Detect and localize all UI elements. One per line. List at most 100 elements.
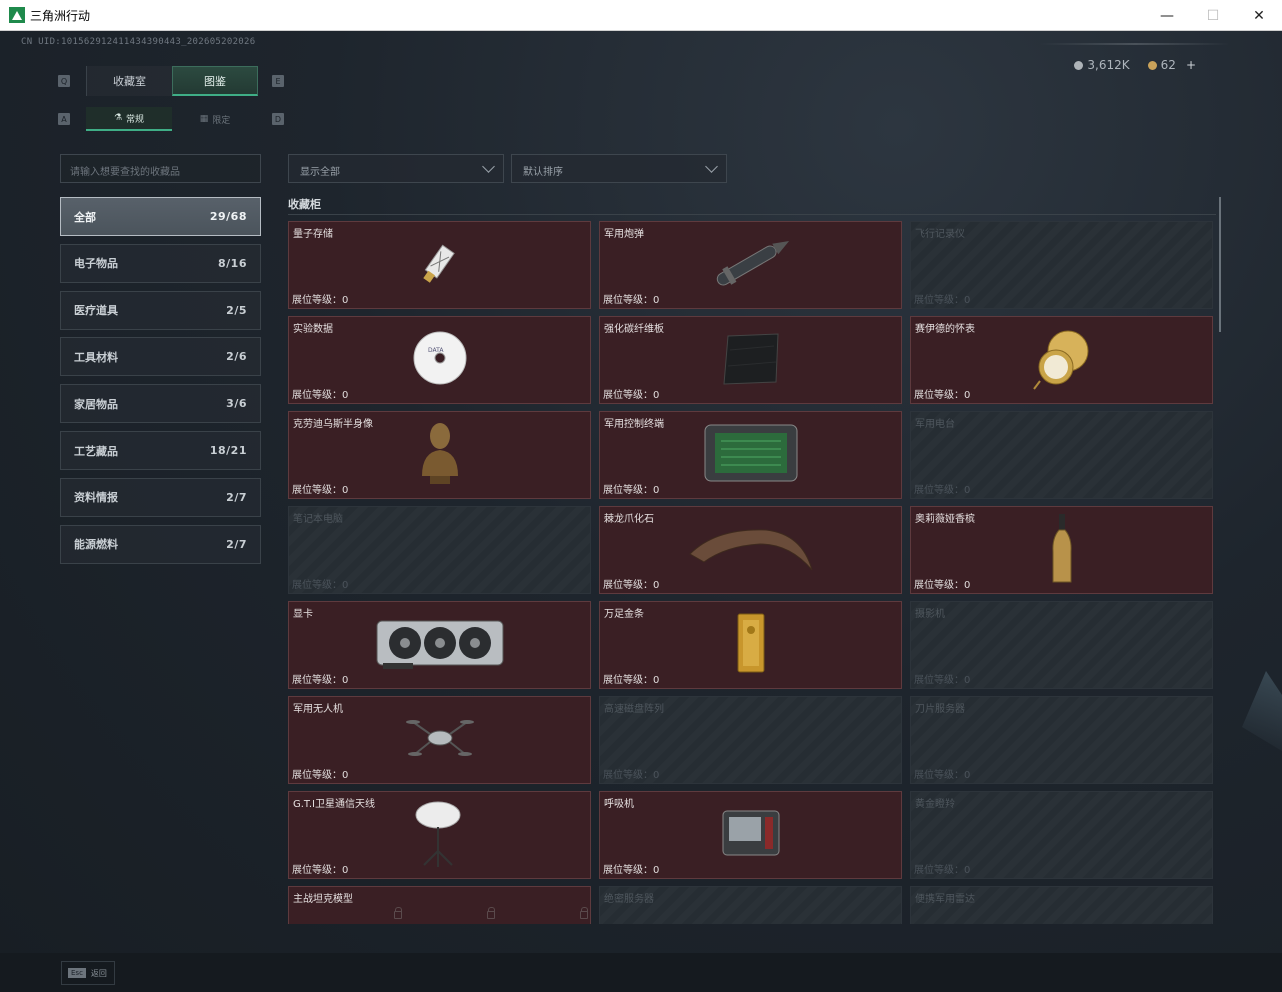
card-name: 实验数据 [293,324,333,335]
category-count: 2/7 [226,537,247,551]
card-level: 展位等级：0 [603,580,660,591]
chevron-down-icon [482,160,495,173]
card-level: 展位等级：0 [292,295,349,306]
subtab-limited[interactable]: ▦ 限定 [172,107,258,131]
category-label: 工艺藏品 [74,444,118,458]
collection-card[interactable]: 克劳迪乌斯半身像 展位等级：0 [288,411,591,499]
card-level: 展位等级：0 [292,390,349,401]
gold-currency: 62 + [1147,58,1196,72]
window-titlebar: 三角洲行动 — ☐ ✕ [0,0,1282,31]
collection-card[interactable]: 绝密服务器展位等级：0 [599,886,902,924]
collection-card[interactable]: 赛伊德的怀表 展位等级：0 [910,316,1213,404]
ventilator-item-icon [719,805,783,865]
card-name: G.T.I卫星通信天线 [293,799,375,810]
category-item[interactable]: 工艺藏品 18/21 [60,431,261,470]
next-tab-key-hint: E [272,75,284,87]
category-label: 全部 [74,210,96,224]
card-level: 展位等级：0 [603,295,660,306]
card-level: 展位等级：0 [914,390,971,401]
collection-search-input[interactable]: 请输入想要查找的收藏品 [60,154,261,183]
card-level: 展位等级：0 [914,580,971,591]
card-level: 展位等级：0 [292,580,349,591]
plate-item-icon [720,330,782,390]
card-name: 便携军用雷达 [915,894,975,905]
card-name: 强化碳纤维板 [604,324,664,335]
card-level: 展位等级：0 [292,865,349,876]
maximize-icon[interactable]: ☐ [1190,0,1236,31]
category-count: 29/68 [209,210,247,223]
close-icon[interactable]: ✕ [1236,0,1282,31]
collection-card[interactable]: 奥莉薇娅香槟 展位等级：0 [910,506,1213,594]
category-label: 电子物品 [74,257,118,271]
collection-card[interactable]: G.T.I卫星通信天线 展位等级：0 [288,791,591,879]
card-level: 展位等级：0 [914,770,971,781]
category-item[interactable]: 家居物品 3/6 [60,384,261,424]
collection-card[interactable]: 主战坦克模型 [288,886,591,924]
collection-card[interactable]: 军用炮弹展位等级：0 [599,221,902,309]
sort-dropdown-value: 默认排序 [523,167,563,178]
limited-icon: ▦ [199,114,209,124]
category-label: 资料情报 [74,491,118,505]
collection-card[interactable]: 实验数据 DATA 展位等级：0 [288,316,591,404]
subtab-regular[interactable]: ⚗ 常规 [86,107,172,131]
category-item[interactable]: 电子物品 8/16 [60,243,261,283]
section-divider [288,214,1216,215]
card-name: 刀片服务器 [915,704,965,715]
category-item[interactable]: 资料情报 2/7 [60,477,261,517]
category-count: 18/21 [209,444,247,457]
card-name: 高速磁盘阵列 [604,704,664,715]
filter-dropdown[interactable]: 显示全部 [288,154,504,183]
currency-bar: 3,612K 62 + [1074,58,1196,72]
collection-card[interactable]: 便携军用雷达展位等级：0 [910,886,1213,924]
esc-key-icon: Esc [68,968,86,978]
collection-card[interactable]: 飞行记录仪 展位等级：0 [910,221,1213,309]
card-name: 军用电台 [915,419,955,430]
silver-amount: 3,612K [1087,58,1130,72]
collection-card[interactable]: 军用电台 展位等级：0 [910,411,1213,499]
category-item[interactable]: 医疗道具 2/5 [60,290,261,330]
collection-card[interactable]: 摄影机展位等级：0 [910,601,1213,689]
sort-dropdown[interactable]: 默认排序 [511,154,727,183]
collection-card[interactable]: 量子存储 展位等级：0 [288,221,591,309]
collection-card[interactable]: 刀片服务器展位等级：0 [910,696,1213,784]
card-name: 黄金瞪羚 [915,799,955,810]
prev-subtab-key-hint: A [58,113,70,125]
collection-card[interactable]: 军用无人机 展位等级：0 [288,696,591,784]
gold-amount: 62 [1160,58,1176,72]
collection-card[interactable]: 黄金瞪羚 展位等级：0 [910,791,1213,879]
tab-catalog[interactable]: 图鉴 [172,66,258,96]
collection-card[interactable]: 笔记本电脑 展位等级：0 [288,506,591,594]
card-name: 军用炮弹 [604,229,644,240]
add-currency-button[interactable]: + [1186,58,1196,72]
collection-card[interactable]: 呼吸机 展位等级：0 [599,791,902,879]
category-count: 8/16 [218,256,247,270]
sub-tabs: A ⚗ 常规 ▦ 限定 D [58,107,284,131]
collection-card[interactable]: 显卡 展位等级：0 [288,601,591,689]
collection-card[interactable]: 强化碳纤维板 展位等级：0 [599,316,902,404]
card-name: 显卡 [293,609,313,620]
card-name: 军用无人机 [293,704,343,715]
category-item[interactable]: 工具材料 2/6 [60,337,261,377]
category-count: 3/6 [226,397,247,411]
category-item[interactable]: 全部 29/68 [60,197,261,236]
tab-collection-room[interactable]: 收藏室 [86,66,172,96]
card-name: 奥莉薇娅香槟 [915,514,975,525]
category-item[interactable]: 能源燃料 2/7 [60,524,261,564]
lock-icon [487,907,495,919]
terminal-item-icon [701,421,801,489]
minimize-icon[interactable]: — [1144,0,1190,31]
window-title: 三角洲行动 [30,8,91,23]
card-level: 展位等级：0 [914,675,971,686]
card-level: 展位等级：0 [603,390,660,401]
category-label: 能源燃料 [74,538,118,552]
back-button[interactable]: Esc 返回 [61,961,115,985]
card-name: 赛伊德的怀表 [915,324,975,335]
collection-card[interactable]: 棘龙爪化石 展位等级：0 [599,506,902,594]
collection-card[interactable]: 军用控制终端 展位等级：0 [599,411,902,499]
collection-card[interactable]: 高速磁盘阵列 展位等级：0 [599,696,902,784]
watch-item-icon [1032,323,1092,397]
card-name: 摄影机 [915,609,945,620]
collection-card[interactable]: 万足金条 展位等级：0 [599,601,902,689]
grid-scrollbar[interactable] [1219,197,1221,332]
prev-tab-key-hint: Q [58,75,70,87]
